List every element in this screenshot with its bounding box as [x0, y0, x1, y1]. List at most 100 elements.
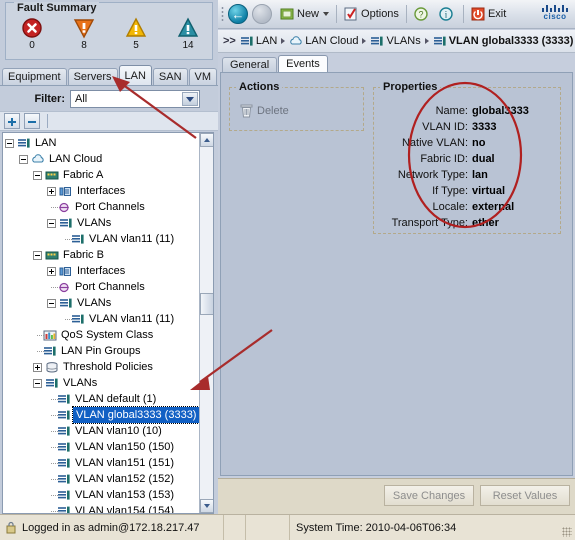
breadcrumb-item[interactable]: LAN Cloud: [289, 35, 358, 48]
tree-node-label: QoS System Class: [61, 329, 154, 341]
tree-node[interactable]: VLAN vlan150 (150): [5, 439, 201, 455]
properties-group: Properties Name: global3333 VLAN ID: 3333 Na…: [373, 81, 562, 234]
portchannel-icon: [59, 202, 69, 212]
fault-counter-critical[interactable]: 0: [8, 17, 56, 51]
property-label: Native VLAN:: [401, 137, 468, 149]
collapse-node-icon[interactable]: [5, 138, 14, 148]
tab-vm[interactable]: VM: [188, 68, 218, 86]
breadcrumb-item[interactable]: LAN: [240, 35, 277, 48]
tree-node-label: VLAN global3333 (3333): [71, 406, 201, 424]
status-login-text: Logged in as admin@172.18.217.47: [22, 521, 200, 534]
delete-action-label: Delete: [257, 105, 289, 117]
minor-shape: [125, 17, 147, 37]
property-value: external: [472, 201, 515, 213]
tab-servers[interactable]: Servers: [67, 68, 118, 86]
property-row: Native VLAN: no: [374, 135, 562, 151]
expand-all-button[interactable]: [4, 113, 20, 129]
tree-node[interactable]: Port Channels: [5, 199, 201, 215]
toolbar-grip[interactable]: [221, 6, 224, 22]
tree-node[interactable]: QoS System Class: [5, 327, 201, 343]
tree-node[interactable]: VLAN vlan152 (152): [5, 471, 201, 487]
tree-node[interactable]: VLAN vlan11 (11): [5, 311, 201, 327]
collapse-node-icon[interactable]: [33, 250, 42, 260]
info-button[interactable]: i: [435, 4, 460, 24]
vlan-icon: [58, 394, 70, 404]
scroll-down-icon[interactable]: [200, 499, 213, 513]
filter-select[interactable]: All: [70, 90, 200, 108]
tab-general[interactable]: General: [222, 57, 278, 73]
content-panel: ← New Options ? i Exit cisco >> LAN LAN …: [218, 0, 575, 514]
tree-node[interactable]: LAN Cloud: [5, 151, 201, 167]
collapse-node-icon[interactable]: [33, 170, 42, 180]
back-icon[interactable]: ←: [228, 4, 248, 24]
critical-shape: [22, 18, 42, 38]
tree-node-selected[interactable]: VLAN global3333 (3333): [5, 406, 201, 424]
tree-node[interactable]: VLANs: [5, 295, 201, 311]
tree-node[interactable]: Interfaces: [5, 263, 201, 279]
property-label: VLAN ID:: [422, 121, 468, 133]
expand-node-icon[interactable]: [47, 186, 56, 196]
scrollbar-thumb[interactable]: [200, 293, 213, 315]
breadcrumb-item[interactable]: VLANs: [370, 35, 421, 48]
options-icon: [344, 7, 357, 21]
fault-counter-minor[interactable]: 5: [112, 17, 160, 51]
expand-node-icon[interactable]: [47, 266, 56, 276]
collapse-node-icon[interactable]: [47, 218, 56, 228]
new-button[interactable]: New: [276, 4, 333, 24]
tree-node[interactable]: VLANs: [5, 375, 201, 391]
tab-equipment[interactable]: Equipment: [2, 68, 67, 86]
tree-node[interactable]: Threshold Policies: [5, 359, 201, 375]
tree-node[interactable]: VLAN vlan10 (10): [5, 423, 201, 439]
breadcrumb-item[interactable]: VLAN global3333 (3333): [433, 35, 573, 48]
property-label: Fabric ID:: [420, 153, 468, 165]
tree-node-label: VLAN vlan10 (10): [75, 425, 162, 437]
collapse-all-button[interactable]: [24, 113, 40, 129]
save-changes-button[interactable]: Save Changes: [384, 485, 474, 506]
help-button[interactable]: ?: [410, 4, 435, 24]
tree-node-label: Fabric B: [63, 249, 104, 261]
expand-node-icon[interactable]: [33, 362, 42, 372]
new-document-icon: [280, 8, 294, 20]
tree-vertical-scrollbar[interactable]: [199, 133, 213, 513]
chevron-down-icon[interactable]: [182, 92, 198, 106]
reset-values-button[interactable]: Reset Values: [480, 485, 570, 506]
tree-node[interactable]: Fabric A: [5, 167, 201, 183]
fault-counter-major[interactable]: 8: [60, 17, 108, 51]
tree-node[interactable]: VLAN default (1): [5, 391, 201, 407]
tree-node-label: Port Channels: [75, 201, 145, 213]
tree-node[interactable]: VLAN vlan11 (11): [5, 231, 201, 247]
collapse-node-icon[interactable]: [33, 378, 42, 388]
tab-lan[interactable]: LAN: [118, 65, 152, 86]
scroll-up-icon[interactable]: [200, 133, 213, 147]
tree-node[interactable]: LAN: [5, 135, 201, 151]
property-row: Network Type: lan: [374, 167, 562, 183]
tree-node[interactable]: Fabric B: [5, 247, 201, 263]
collapse-node-icon[interactable]: [19, 154, 28, 164]
fault-counter-warning[interactable]: 14: [164, 17, 212, 51]
tree-node-label: Interfaces: [77, 265, 126, 277]
property-value: no: [472, 137, 486, 149]
tree-node[interactable]: VLAN vlan154 (154): [5, 503, 201, 513]
breadcrumb-item-label: VLANs: [386, 35, 421, 47]
tree-node[interactable]: VLAN vlan151 (151): [5, 455, 201, 471]
tree-node[interactable]: Interfaces: [5, 183, 201, 199]
tree-node-label: Threshold Policies: [63, 361, 153, 373]
resize-grip-icon[interactable]: [562, 527, 572, 537]
collapse-node-icon[interactable]: [47, 298, 56, 308]
property-row: VLAN ID: 3333: [374, 119, 562, 135]
tree-node[interactable]: Port Channels: [5, 279, 201, 295]
fault-count-major: 8: [81, 40, 87, 51]
vlan-icon: [72, 314, 84, 324]
exit-button[interactable]: Exit: [467, 4, 510, 24]
tree-node[interactable]: VLANs: [5, 215, 201, 231]
user-lock-icon: [6, 521, 16, 534]
navigation-tree[interactable]: LAN LAN Cloud Fabric A Interfaces Port Chann…: [2, 132, 214, 514]
tree-node[interactable]: VLAN vlan153 (153): [5, 487, 201, 503]
options-button[interactable]: Options: [340, 4, 403, 24]
delete-action[interactable]: Delete: [240, 104, 289, 118]
tab-san[interactable]: SAN: [152, 68, 188, 86]
tab-events[interactable]: Events: [278, 55, 328, 73]
tree-node[interactable]: LAN Pin Groups: [5, 343, 201, 359]
chevron-down-icon[interactable]: [323, 12, 330, 16]
forward-icon[interactable]: [252, 4, 272, 24]
